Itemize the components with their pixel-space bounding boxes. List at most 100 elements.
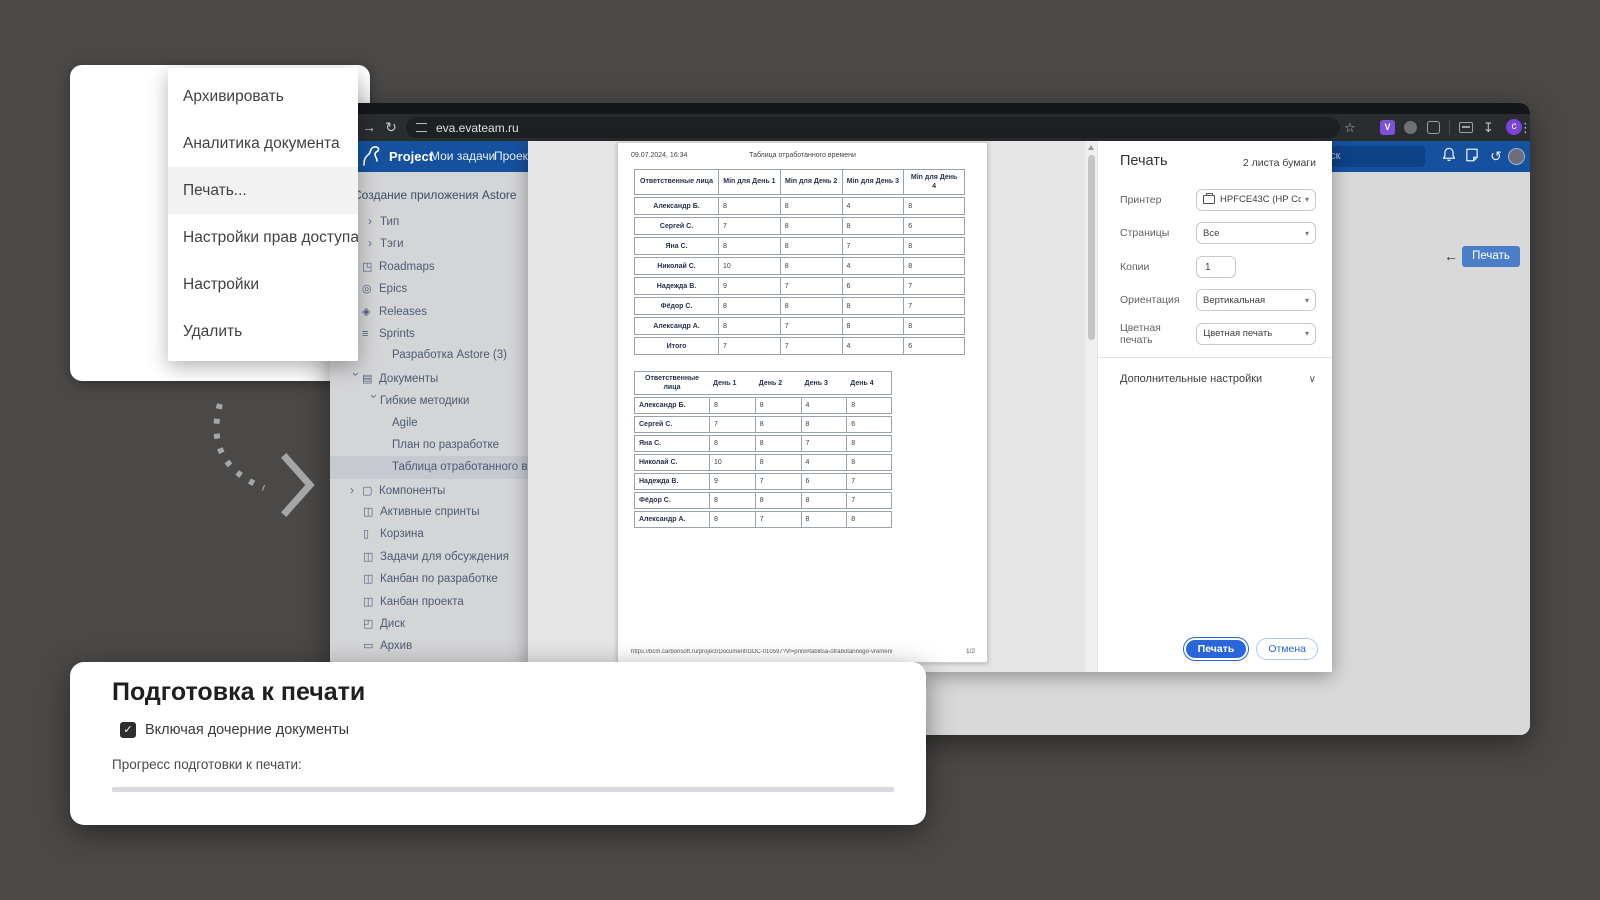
kanban-icon: ◫ — [363, 546, 380, 568]
sidebar-item[interactable]: План по разработке — [330, 434, 528, 456]
chevron-right-icon[interactable]: › — [368, 232, 380, 254]
page-print-button[interactable]: Печать — [1462, 246, 1520, 267]
site-settings-icon[interactable] — [416, 123, 427, 132]
value-cell: 7 — [846, 492, 892, 509]
chevron-down-icon[interactable]: › — [363, 394, 385, 406]
sidebar-item[interactable]: ›◈Releases — [330, 300, 528, 322]
column-header: День 1 — [709, 371, 755, 395]
context-menu: АрхивироватьАналитика документаПечать...… — [168, 68, 358, 361]
printer-select[interactable]: HPFCE43C (HP Color La:▾ — [1196, 189, 1316, 211]
advanced-settings-row[interactable]: Дополнительные настройки ∨ — [1120, 369, 1316, 389]
sidebar-item-label: Активные спринты — [380, 506, 480, 518]
sidebar-item-label: Компоненты — [379, 485, 445, 497]
chevron-down-icon[interactable]: ∨ — [1309, 374, 1316, 385]
browser-reload-icon[interactable]: ↻ — [382, 114, 400, 141]
sidebar-item[interactable]: ◫Активные спринты — [330, 501, 528, 523]
sidebar-item[interactable]: Agile — [330, 412, 528, 434]
settings-field-row: Копии1 — [1120, 250, 1316, 284]
sidebar-item[interactable]: ›Тэги — [330, 232, 528, 254]
checkbox-label: Включая дочерние документы — [145, 722, 349, 738]
value-cell: 9 — [709, 473, 755, 490]
sidebar-item[interactable]: ◫Канбан по разработке — [330, 568, 528, 590]
copies-input[interactable]: 1 — [1196, 256, 1236, 278]
person-name-cell: Надежда В. — [634, 277, 718, 295]
value-cell: 7 — [801, 435, 847, 452]
url-text[interactable]: eva.evateam.ru — [436, 121, 519, 135]
orientation-select[interactable]: Вертикальная▾ — [1196, 289, 1316, 311]
sidebar-item-label: Создание приложения Astore — [353, 188, 517, 202]
value-cell: 8 — [903, 197, 965, 215]
table-row: Александр Б.8848 — [634, 197, 965, 215]
sidebar-item[interactable]: ›Гибкие методики — [330, 389, 528, 411]
user-avatar[interactable] — [1508, 148, 1525, 165]
history-icon[interactable]: ↺ — [1487, 147, 1505, 165]
sidebar-item[interactable]: ›▢Компоненты — [330, 479, 528, 501]
back-arrow-icon[interactable]: ← — [1444, 248, 1458, 264]
settings-divider — [1098, 357, 1332, 358]
print-confirm-button[interactable]: Печать — [1184, 638, 1249, 660]
person-name-cell: Сергей С. — [634, 416, 709, 433]
sidebar-item[interactable]: Разработка Astore (3) — [330, 344, 528, 366]
color-select[interactable]: Цветная печать▾ — [1196, 323, 1316, 345]
sidebar-item[interactable]: ◫Задачи для обсуждения — [330, 546, 528, 568]
menu-item[interactable]: Настройки прав доступа — [168, 214, 358, 261]
browser-menu-icon[interactable]: ⋮ — [1519, 114, 1530, 141]
chevron-right-icon[interactable]: › — [350, 479, 362, 501]
pages-select[interactable]: Все▾ — [1196, 222, 1316, 244]
sidebar-item[interactable]: ▭Архив — [330, 635, 528, 657]
evateam-logo-icon[interactable] — [361, 145, 383, 174]
print-settings-panel: Печать 2 листа бумаги ПринтерHPFCE43C (H… — [1097, 141, 1332, 672]
extension-square-icon[interactable] — [1427, 121, 1440, 134]
menu-item[interactable]: Архивировать — [168, 73, 358, 120]
sidebar-item[interactable]: ›Тип — [330, 210, 528, 232]
sidebar-item[interactable]: ›▤Документы — [330, 367, 528, 389]
nav-my-tasks[interactable]: Мои задачи — [430, 141, 495, 172]
value-cell: 10 — [709, 454, 755, 471]
bookmark-star-icon[interactable]: ☆ — [1344, 114, 1356, 141]
extension-v-badge[interactable]: V — [1380, 120, 1395, 135]
person-name-cell: Фёдор С. — [634, 492, 709, 509]
chevron-right-icon[interactable]: › — [368, 210, 380, 232]
sidebar-item[interactable]: ›◎Epics — [330, 277, 528, 299]
column-header: Min для День 1 — [718, 169, 780, 195]
sidebar-item[interactable]: ◫Канбан проекта — [330, 591, 528, 613]
preview-scrollbar[interactable] — [1085, 141, 1097, 672]
print-dialog-title: Печать — [1120, 153, 1168, 169]
menu-item[interactable]: Печать... — [168, 167, 358, 214]
value-cell: 7 — [842, 237, 904, 255]
product-name[interactable]: Project — [389, 141, 433, 172]
sidebar-item-label: План по разработке — [392, 439, 499, 451]
notes-icon[interactable] — [1464, 147, 1482, 165]
extension-globe-icon[interactable] — [1404, 121, 1417, 134]
value-cell: 9 — [718, 277, 780, 295]
chevron-down-icon[interactable]: › — [345, 372, 367, 384]
kanban-icon: ◫ — [363, 501, 380, 523]
sidebar-item[interactable]: ›◳Roadmaps — [330, 255, 528, 277]
address-bar[interactable]: eva.evateam.ru — [406, 117, 1340, 138]
scrollbar-up-icon[interactable] — [1088, 145, 1094, 150]
value-cell: 8 — [709, 435, 755, 452]
person-name-cell: Александр Б. — [634, 197, 718, 215]
disk-icon: ◰ — [363, 613, 380, 635]
sidebar-item[interactable]: ▯Корзина — [330, 523, 528, 545]
menu-item[interactable]: Аналитика документа — [168, 120, 358, 167]
value-cell: 8 — [780, 197, 842, 215]
value-cell: 4 — [801, 397, 847, 414]
browser-forward-icon[interactable]: → — [360, 114, 378, 141]
dropdown-arrow-icon: ▾ — [1301, 229, 1309, 238]
menu-item[interactable]: Настройки — [168, 261, 358, 308]
sidebar-item[interactable]: ◰Диск — [330, 613, 528, 635]
column-header: День 4 — [846, 371, 892, 395]
value-cell: 6 — [801, 473, 847, 490]
menu-item[interactable]: Удалить — [168, 308, 358, 355]
include-children-checkbox[interactable]: ✓ — [120, 722, 136, 738]
print-cancel-button[interactable]: Отмена — [1256, 638, 1318, 660]
table-row: Яна С.8878 — [634, 237, 965, 255]
sidebar-item[interactable]: ›≡Sprints — [330, 322, 528, 344]
sidebar-item[interactable]: Таблица отработанного времени — [330, 456, 528, 478]
download-icon[interactable]: ↧ — [1483, 114, 1494, 141]
value-cell: 6 — [903, 337, 965, 355]
bell-icon[interactable] — [1441, 147, 1459, 165]
reading-list-icon[interactable] — [1459, 122, 1473, 133]
scrollbar-thumb[interactable] — [1088, 155, 1095, 340]
